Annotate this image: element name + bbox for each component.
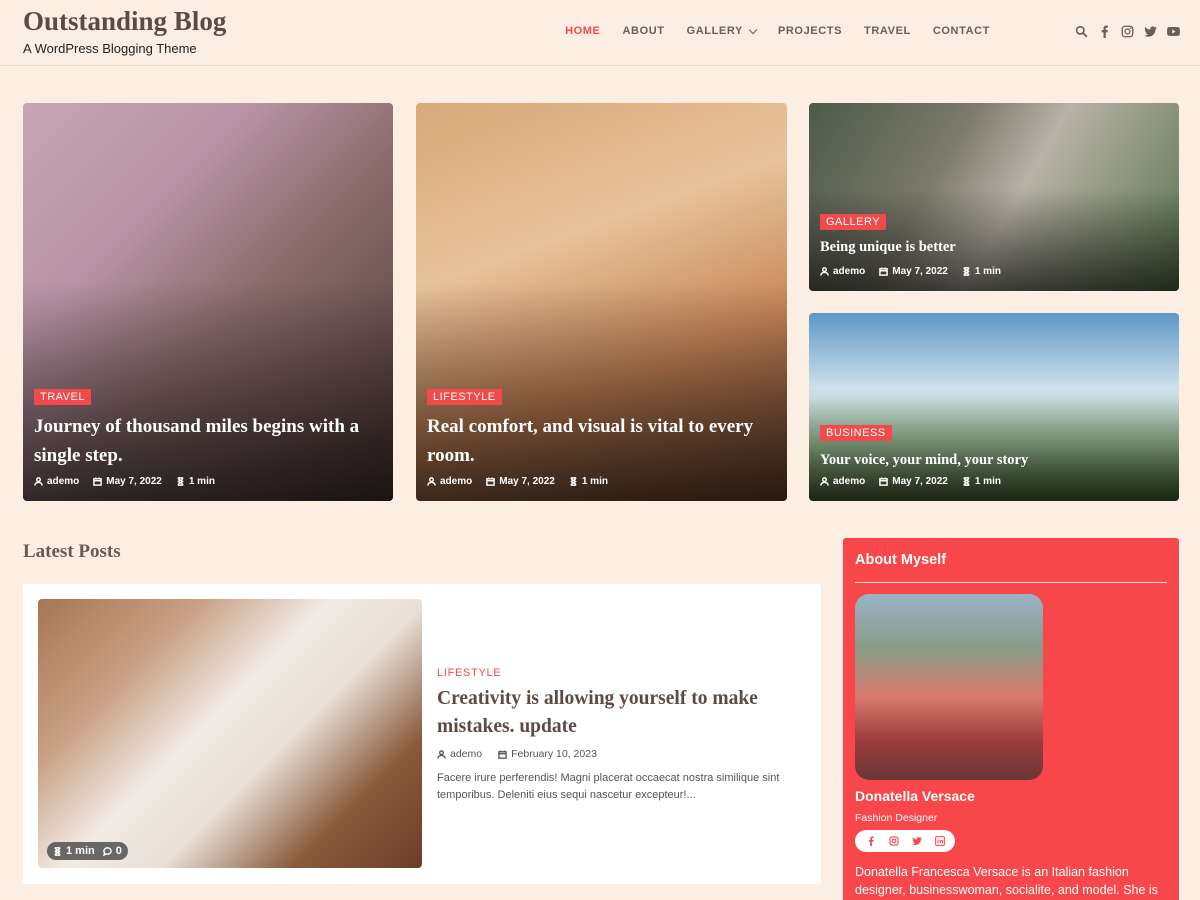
comment-count: 0 bbox=[115, 845, 122, 857]
post-stats-badge: 1 min 0 bbox=[47, 842, 128, 860]
search-icon[interactable] bbox=[1074, 24, 1088, 38]
nav-gallery[interactable]: GALLERY bbox=[686, 25, 758, 37]
calendar-icon bbox=[879, 477, 889, 486]
featured-card-2[interactable]: LIFESTYLE Real comfort, and visual is vi… bbox=[416, 103, 787, 501]
author-social-links bbox=[855, 830, 955, 852]
read-time: 1 min bbox=[66, 845, 95, 857]
facebook-icon[interactable] bbox=[865, 836, 876, 847]
post-meta: ademo May 7, 2022 1 min bbox=[427, 476, 608, 487]
post-author[interactable]: ademo bbox=[450, 748, 482, 760]
post-meta: ademo May 7, 2022 1 min bbox=[34, 476, 215, 487]
read-time: 1 min bbox=[188, 476, 215, 487]
author-bio: Donatella Francesca Versace is an Italia… bbox=[855, 865, 1158, 897]
featured-card-3[interactable]: GALLERY Being unique is better ademo May… bbox=[809, 103, 1179, 291]
facebook-icon[interactable] bbox=[1097, 24, 1111, 38]
twitter-icon[interactable] bbox=[911, 836, 922, 847]
user-icon bbox=[820, 477, 829, 486]
post-date[interactable]: May 7, 2022 bbox=[892, 476, 948, 487]
hourglass-icon bbox=[963, 477, 970, 486]
latest-posts-heading: Latest Posts bbox=[23, 541, 121, 562]
site-header: Outstanding Blog A WordPress Blogging Th… bbox=[0, 0, 1200, 66]
nav-about[interactable]: ABOUT bbox=[622, 25, 664, 37]
site-title[interactable]: Outstanding Blog bbox=[23, 6, 226, 37]
author-name: Donatella Versace bbox=[855, 788, 975, 804]
hourglass-icon bbox=[963, 267, 970, 276]
author-photo bbox=[855, 594, 1043, 780]
post-thumbnail[interactable]: 1 min 0 bbox=[38, 599, 422, 868]
read-time: 1 min bbox=[974, 266, 1001, 277]
post-author[interactable]: ademo bbox=[833, 266, 865, 277]
post-author[interactable]: ademo bbox=[440, 476, 472, 487]
post-author[interactable]: ademo bbox=[833, 476, 865, 487]
nav-contact[interactable]: CONTACT bbox=[933, 25, 990, 37]
featured-card-1[interactable]: TRAVEL Journey of thousand miles begins … bbox=[23, 103, 393, 501]
category-badge[interactable]: TRAVEL bbox=[34, 389, 91, 405]
category-badge[interactable]: BUSINESS bbox=[820, 425, 892, 441]
user-icon bbox=[427, 477, 436, 486]
read-time: 1 min bbox=[974, 476, 1001, 487]
post-meta: ademo May 7, 2022 1 min bbox=[820, 266, 1001, 277]
chevron-down-icon bbox=[748, 25, 758, 34]
post-meta: ademo February 10, 2023 bbox=[437, 748, 597, 760]
hourglass-icon bbox=[570, 477, 577, 486]
calendar-icon bbox=[498, 749, 507, 759]
user-icon bbox=[437, 749, 446, 759]
about-widget: About Myself Donatella Versace Fashion D… bbox=[843, 538, 1179, 900]
header-icons bbox=[1074, 24, 1180, 38]
post-excerpt: Facere irure perferendis! Magni placerat… bbox=[437, 772, 780, 801]
instagram-icon[interactable] bbox=[1120, 24, 1134, 38]
post-author[interactable]: ademo bbox=[47, 476, 79, 487]
post-title[interactable]: Creativity is allowing yourself to make … bbox=[437, 685, 797, 741]
featured-card-4[interactable]: BUSINESS Your voice, your mind, your sto… bbox=[809, 313, 1179, 501]
nav-travel[interactable]: TRAVEL bbox=[864, 25, 911, 37]
post-date[interactable]: May 7, 2022 bbox=[106, 476, 162, 487]
nav-projects[interactable]: PROJECTS bbox=[778, 25, 842, 37]
main-nav: HOME ABOUT GALLERY PROJECTS TRAVEL CONTA… bbox=[543, 25, 990, 37]
featured-title[interactable]: Real comfort, and visual is vital to eve… bbox=[427, 412, 777, 470]
post-meta: ademo May 7, 2022 1 min bbox=[820, 476, 1001, 487]
category-badge[interactable]: LIFESTYLE bbox=[427, 389, 502, 405]
category-badge[interactable]: GALLERY bbox=[820, 214, 887, 230]
nav-home[interactable]: HOME bbox=[565, 25, 600, 37]
read-time: 1 min bbox=[581, 476, 608, 487]
youtube-icon[interactable] bbox=[1166, 24, 1180, 38]
featured-title[interactable]: Being unique is better bbox=[820, 239, 1170, 256]
instagram-icon[interactable] bbox=[888, 836, 899, 847]
featured-title[interactable]: Journey of thousand miles begins with a … bbox=[34, 412, 384, 470]
author-role: Fashion Designer bbox=[855, 812, 938, 824]
widget-title: About Myself bbox=[855, 552, 947, 568]
calendar-icon bbox=[486, 477, 496, 486]
latest-post-card: 1 min 0 LIFESTYLE Creativity is allowing… bbox=[23, 584, 821, 884]
nav-gallery-label: GALLERY bbox=[686, 25, 743, 37]
user-icon bbox=[820, 267, 829, 276]
hourglass-icon bbox=[54, 846, 61, 856]
post-date[interactable]: May 7, 2022 bbox=[892, 266, 948, 277]
site-tagline: A WordPress Blogging Theme bbox=[23, 41, 197, 56]
calendar-icon bbox=[93, 477, 103, 486]
hourglass-icon bbox=[177, 477, 184, 486]
post-date[interactable]: May 7, 2022 bbox=[499, 476, 555, 487]
post-date[interactable]: February 10, 2023 bbox=[511, 748, 597, 760]
calendar-icon bbox=[879, 267, 889, 276]
user-icon bbox=[34, 477, 43, 486]
twitter-icon[interactable] bbox=[1143, 24, 1157, 38]
post-category[interactable]: LIFESTYLE bbox=[437, 667, 501, 679]
divider bbox=[855, 582, 1167, 583]
linkedin-icon[interactable] bbox=[934, 836, 945, 847]
featured-title[interactable]: Your voice, your mind, your story bbox=[820, 452, 1170, 469]
comment-icon bbox=[102, 846, 112, 856]
